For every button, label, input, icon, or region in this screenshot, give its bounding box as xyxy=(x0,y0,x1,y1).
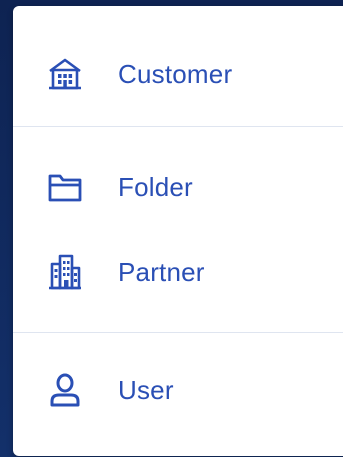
menu-item-customer[interactable]: Customer xyxy=(13,46,343,102)
menu-item-label: Partner xyxy=(118,256,205,287)
menu-item-partner[interactable]: Partner xyxy=(13,244,343,300)
new-item-menu: Customer Folder Partner User xyxy=(13,6,343,456)
menu-item-label: Folder xyxy=(118,171,193,202)
divider xyxy=(13,126,343,127)
menu-item-user[interactable]: User xyxy=(13,362,343,418)
menu-item-folder[interactable]: Folder xyxy=(13,159,343,215)
office-building-icon xyxy=(47,254,83,290)
folder-icon xyxy=(47,169,83,205)
divider xyxy=(13,332,343,333)
menu-item-label: User xyxy=(118,374,174,405)
user-icon xyxy=(47,372,83,408)
menu-item-label: Customer xyxy=(118,58,233,89)
building-icon xyxy=(47,56,83,92)
